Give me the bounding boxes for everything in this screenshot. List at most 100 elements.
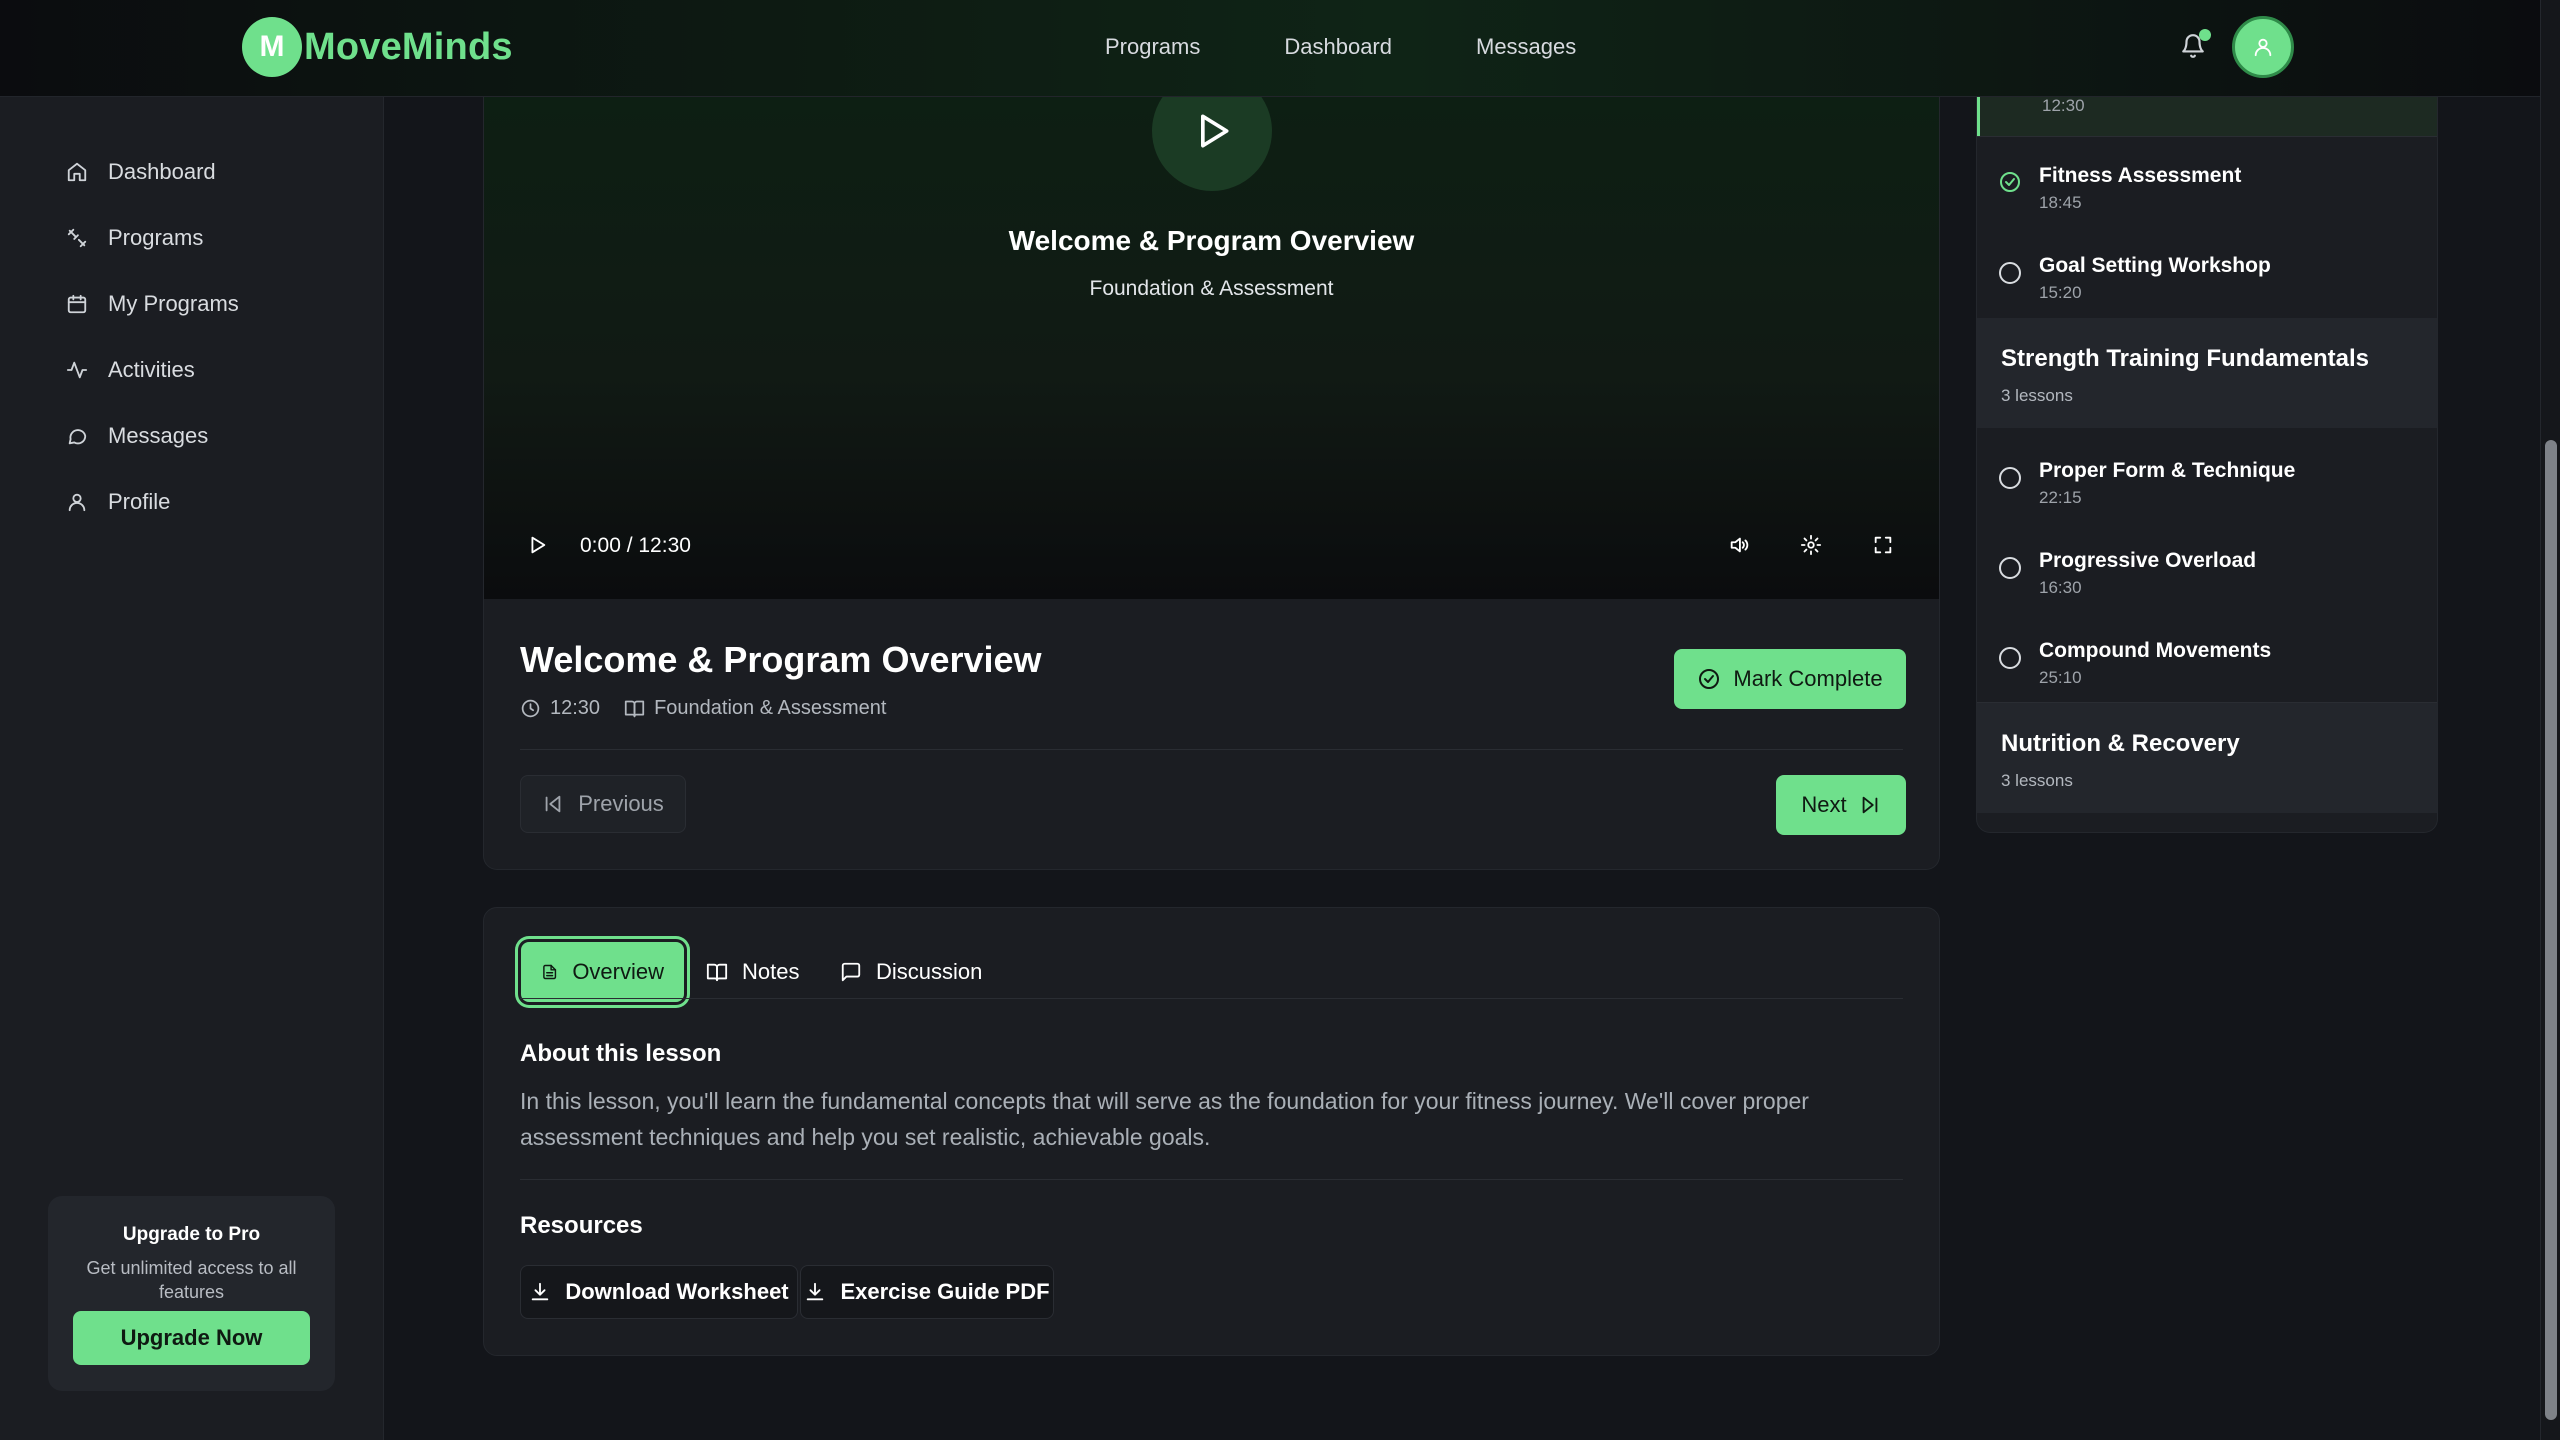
lesson-info-card: Welcome & Program Overview 12:30 Foundat… bbox=[483, 599, 1940, 870]
volume-icon bbox=[1730, 537, 1749, 553]
circle-icon bbox=[1999, 262, 2021, 284]
main-nav: Programs Dashboard Messages bbox=[1105, 34, 1576, 60]
tab-overview[interactable]: Overview bbox=[521, 942, 684, 1002]
fullscreen-icon bbox=[1874, 536, 1892, 554]
sidebar: Dashboard Programs My Programs Activitie… bbox=[0, 97, 384, 1440]
lesson-duration: 22:15 bbox=[2039, 488, 2082, 507]
activity-icon bbox=[66, 361, 88, 379]
play-icon bbox=[1201, 114, 1229, 148]
book-open-icon bbox=[706, 963, 728, 982]
brand-logo[interactable]: M MoveMinds bbox=[242, 17, 513, 77]
user-avatar[interactable] bbox=[2232, 16, 2294, 78]
nav-link-dashboard[interactable]: Dashboard bbox=[1284, 34, 1392, 60]
lesson-item-proper-form[interactable]: Proper Form & Technique 22:15 bbox=[1977, 441, 2437, 531]
lesson-title: Fitness Assessment bbox=[2039, 164, 2242, 187]
play-control-button[interactable] bbox=[526, 534, 548, 556]
settings-button[interactable] bbox=[1800, 534, 1822, 556]
lesson-item-progressive-overload[interactable]: Progressive Overload 16:30 bbox=[1977, 531, 2437, 621]
lesson-meta: 12:30 Foundation & Assessment bbox=[520, 697, 886, 720]
download-icon bbox=[532, 1282, 549, 1301]
brand-name: MoveMinds bbox=[304, 25, 513, 68]
skip-forward-icon bbox=[1862, 796, 1877, 814]
module-lesson-count: 3 lessons bbox=[2001, 386, 2073, 405]
video-title: Welcome & Program Overview bbox=[1008, 225, 1415, 256]
clock-icon bbox=[521, 699, 540, 718]
previous-lesson-button[interactable]: Previous bbox=[520, 775, 686, 833]
volume-button[interactable] bbox=[1728, 534, 1750, 556]
lesson-item-compound-movements[interactable]: Compound Movements 25:10 bbox=[1977, 621, 2437, 711]
scrollbar-thumb[interactable] bbox=[2545, 440, 2557, 1420]
tab-label: Notes bbox=[742, 959, 800, 984]
page-scrollbar[interactable] bbox=[2540, 0, 2560, 1440]
sidebar-item-label: Activities bbox=[108, 357, 195, 382]
message-square-icon bbox=[841, 962, 861, 982]
lesson-title: Goal Setting Workshop bbox=[2039, 254, 2271, 277]
sidebar-item-label: Messages bbox=[108, 423, 209, 448]
upgrade-now-button[interactable]: Upgrade Now bbox=[73, 1311, 310, 1365]
tab-divider bbox=[520, 998, 1903, 999]
resource-label: Exercise Guide PDF bbox=[840, 1279, 1050, 1304]
play-icon bbox=[531, 536, 546, 554]
book-icon bbox=[624, 700, 645, 718]
sidebar-item-label: Programs bbox=[108, 225, 204, 250]
sidebar-item-label: Dashboard bbox=[108, 159, 216, 184]
nav-link-programs[interactable]: Programs bbox=[1105, 34, 1200, 60]
next-lesson-button[interactable]: Next bbox=[1776, 775, 1906, 835]
lesson-item-goal-setting[interactable]: Goal Setting Workshop 15:20 bbox=[1977, 236, 2437, 326]
lesson-title: Welcome & Program Overview bbox=[520, 639, 1042, 680]
promo-subtitle: Get unlimited access to all features bbox=[86, 1258, 297, 1302]
sidebar-item-messages[interactable]: Messages bbox=[66, 423, 208, 449]
gear-icon bbox=[1800, 534, 1822, 556]
user-icon bbox=[68, 493, 86, 512]
exercise-guide-button[interactable]: Exercise Guide PDF bbox=[800, 1265, 1054, 1319]
message-icon bbox=[68, 429, 87, 445]
circle-icon bbox=[1999, 647, 2021, 669]
fullscreen-button[interactable] bbox=[1872, 534, 1894, 556]
lesson-title: Progressive Overload bbox=[2039, 549, 2257, 572]
resources-heading: Resources bbox=[520, 1212, 643, 1239]
sidebar-item-my-programs[interactable]: My Programs bbox=[66, 291, 239, 317]
lesson-title: Proper Form & Technique bbox=[2039, 459, 2296, 482]
lesson-duration: 12:30 bbox=[550, 697, 601, 719]
lesson-duration: 25:10 bbox=[2039, 668, 2082, 687]
lesson-duration: 15:20 bbox=[2039, 283, 2082, 302]
module-lesson-count: 3 lessons bbox=[2001, 771, 2073, 790]
video-player[interactable]: Welcome & Program Overview Foundation & … bbox=[483, 71, 1940, 599]
resource-label: Download Worksheet bbox=[565, 1279, 789, 1304]
programs-icon bbox=[67, 228, 87, 248]
check-circle-icon bbox=[1998, 170, 2022, 194]
tab-discussion[interactable]: Discussion bbox=[840, 942, 982, 1002]
sidebar-item-label: Profile bbox=[108, 489, 171, 514]
tab-notes[interactable]: Notes bbox=[706, 942, 799, 1002]
previous-label: Previous bbox=[578, 791, 664, 816]
module-nutrition-recovery[interactable]: Nutrition & Recovery 3 lessons bbox=[1977, 703, 2437, 813]
file-text-icon bbox=[543, 964, 557, 980]
download-worksheet-button[interactable]: Download Worksheet bbox=[520, 1265, 798, 1319]
video-time: 0:00 / 12:30 bbox=[580, 534, 691, 557]
lesson-duration: 12:30 bbox=[2042, 96, 2085, 115]
video-module: Foundation & Assessment bbox=[1089, 277, 1334, 300]
sidebar-item-activities[interactable]: Activities bbox=[66, 357, 195, 383]
divider bbox=[520, 1179, 1903, 1180]
home-icon bbox=[67, 162, 87, 182]
upgrade-promo-card: Upgrade to Pro Get unlimited access to a… bbox=[48, 1196, 335, 1391]
nav-link-messages[interactable]: Messages bbox=[1476, 34, 1576, 60]
sidebar-item-programs[interactable]: Programs bbox=[66, 225, 203, 251]
sidebar-item-dashboard[interactable]: Dashboard bbox=[66, 159, 216, 185]
sidebar-item-profile[interactable]: Profile bbox=[66, 489, 170, 515]
module-title: Strength Training Fundamentals bbox=[2001, 345, 2370, 372]
tab-label: Discussion bbox=[876, 959, 983, 984]
lesson-tabs-card: Overview Notes Discussion About this les… bbox=[483, 907, 1940, 1356]
check-circle-icon bbox=[1699, 669, 1720, 689]
circle-icon bbox=[1999, 557, 2021, 579]
next-label: Next bbox=[1801, 792, 1847, 817]
lesson-duration: 16:30 bbox=[2039, 578, 2082, 597]
mark-complete-button[interactable]: Mark Complete bbox=[1674, 649, 1906, 709]
about-text: In this lesson, you'll learn the fundame… bbox=[520, 1088, 1809, 1150]
lesson-item-fitness-assessment[interactable]: Fitness Assessment 18:45 bbox=[1977, 146, 2437, 236]
divider bbox=[1977, 136, 2437, 137]
calendar-icon bbox=[67, 294, 87, 314]
skip-back-icon bbox=[545, 795, 561, 813]
lesson-duration: 18:45 bbox=[2039, 193, 2082, 212]
module-strength-training[interactable]: Strength Training Fundamentals 3 lessons bbox=[1977, 318, 2437, 428]
